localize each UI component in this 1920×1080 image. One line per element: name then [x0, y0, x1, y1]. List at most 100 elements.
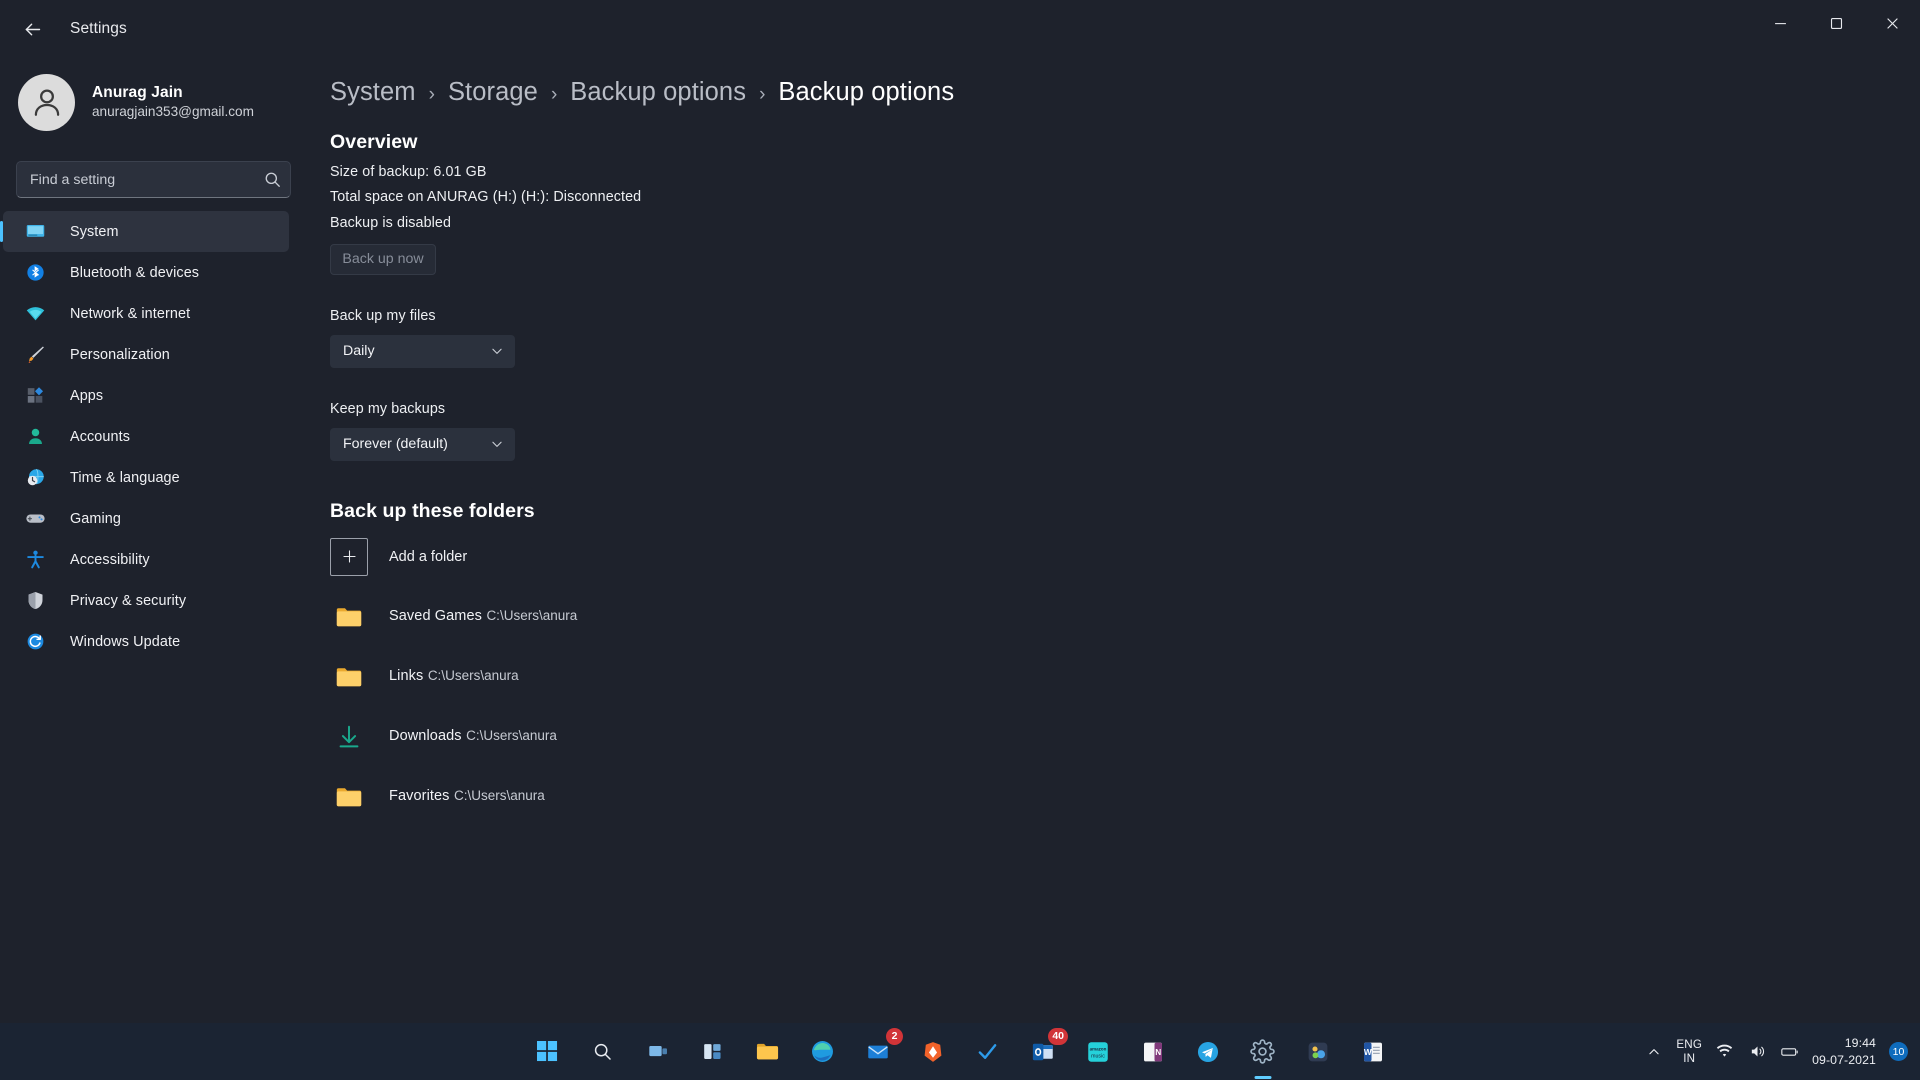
bluetooth-icon [24, 262, 46, 284]
folder-path: C:\Users\anura [466, 728, 557, 744]
sidebar-item-privacy-security[interactable]: Privacy & security [3, 580, 289, 621]
sidebar-item-label: Privacy & security [70, 592, 187, 609]
keep-backups-dropdown[interactable]: Forever (default) [330, 427, 515, 461]
sidebar-item-label: Bluetooth & devices [70, 264, 200, 281]
system-monitor-icon [24, 221, 46, 243]
svg-text:music: music [1091, 1053, 1105, 1059]
mail[interactable]: 2 [857, 1028, 903, 1072]
amazon-music-icon: amazon music [1086, 1040, 1110, 1064]
outlook[interactable]: 40 [1022, 1028, 1068, 1072]
sidebar-item-bluetooth-devices[interactable]: Bluetooth & devices [3, 252, 289, 293]
chevron-down-icon [490, 344, 504, 358]
sidebar-item-time-language[interactable]: Time & language [3, 457, 289, 498]
folder-list-item[interactable]: Favorites C:\Users\anura [330, 778, 1920, 816]
telegram[interactable] [1187, 1031, 1228, 1072]
svg-text:W: W [1363, 1048, 1371, 1057]
user-profile[interactable]: Anurag Jain anuragjain353@gmail.com [0, 60, 305, 144]
backup-frequency-dropdown[interactable]: Daily [330, 334, 515, 368]
maximize-icon[interactable] [1808, 0, 1864, 46]
update-refresh-icon [24, 631, 46, 653]
folder-name: Downloads [389, 728, 462, 745]
breadcrumb-item-current: Backup options [778, 78, 955, 106]
breadcrumb-item-backup-options[interactable]: Backup options [570, 78, 746, 107]
accessibility-person-icon [24, 549, 46, 571]
folder-list-item[interactable]: Saved Games C:\Users\anura [330, 598, 1920, 636]
sidebar-item-gaming[interactable]: Gaming [3, 498, 289, 539]
language-indicator[interactable]: ENG IN [1676, 1038, 1702, 1065]
search-icon[interactable] [263, 170, 282, 189]
system-tray: ENG IN 19:44 09-07-2021 10 [1643, 1035, 1908, 1068]
overview-heading: Overview [330, 131, 418, 153]
window-title: Settings [70, 20, 127, 37]
sidebar-item-label: Windows Update [70, 633, 181, 650]
onenote[interactable]: N [1132, 1031, 1173, 1072]
folder-list-item[interactable]: Links C:\Users\anura [330, 658, 1920, 696]
settings-taskbar-button[interactable] [1242, 1031, 1283, 1072]
sidebar-nav: System Bluetooth & devices Network & int… [0, 211, 305, 662]
gamepad-icon [24, 508, 46, 530]
folder-path: C:\Users\anura [486, 608, 578, 624]
clock-date: 09-07-2021 [1812, 1052, 1876, 1067]
minimize-icon[interactable] [1752, 0, 1808, 46]
chevron-right-icon: › [428, 84, 435, 105]
photos[interactable] [1297, 1031, 1338, 1072]
folder-name: Favorites [389, 788, 450, 805]
todo[interactable] [967, 1031, 1008, 1072]
folder-list-item[interactable]: Downloads C:\Users\anura [330, 718, 1920, 756]
search-input[interactable] [16, 161, 291, 198]
svg-text:amazon: amazon [1089, 1046, 1106, 1051]
mail-badge: 2 [886, 1028, 903, 1045]
chevron-up-icon[interactable] [1643, 1041, 1665, 1063]
sidebar-item-network-internet[interactable]: Network & internet [3, 293, 289, 334]
clock-globe-icon [24, 467, 46, 489]
brave-browser[interactable] [912, 1031, 953, 1072]
start-button[interactable] [527, 1031, 568, 1072]
edge-icon [810, 1039, 835, 1064]
taskbar-clock[interactable]: 19:44 09-07-2021 [1812, 1035, 1876, 1068]
backup-frequency-value: Daily [343, 343, 375, 359]
sidebar-item-system[interactable]: System [0, 211, 289, 252]
sidebar-item-accounts[interactable]: Accounts [3, 416, 289, 457]
add-folder-row[interactable]: Add a folder [330, 537, 1920, 576]
sidebar-item-label: Accounts [70, 428, 130, 445]
profile-name: Anurag Jain [92, 83, 183, 101]
avatar [18, 73, 75, 131]
mail-icon [866, 1040, 890, 1064]
microsoft-edge[interactable] [802, 1031, 843, 1072]
profile-email: anuragjain353@gmail.com [92, 104, 254, 120]
sidebar-item-apps[interactable]: Apps [3, 375, 289, 416]
sidebar-item-windows-update[interactable]: Windows Update [3, 621, 289, 662]
breadcrumb-item-system[interactable]: System [330, 78, 416, 107]
window-controls [1752, 0, 1920, 46]
amazon-music[interactable]: amazon music [1077, 1031, 1118, 1072]
file-explorer[interactable] [747, 1031, 788, 1072]
folder-path: C:\Users\anura [453, 788, 545, 804]
folder-icon [330, 658, 368, 696]
sidebar-item-accessibility[interactable]: Accessibility [3, 539, 289, 580]
close-icon[interactable] [1864, 0, 1920, 46]
apps-icon [24, 385, 46, 407]
search-button[interactable] [582, 1031, 623, 1072]
language-line2: IN [1683, 1051, 1696, 1065]
breadcrumb-item-storage[interactable]: Storage [448, 78, 538, 107]
task-view-button[interactable] [637, 1031, 678, 1072]
word[interactable]: W [1352, 1031, 1393, 1072]
wifi-icon[interactable] [1713, 1041, 1735, 1063]
speaker-icon[interactable] [1746, 1041, 1768, 1063]
chevron-right-icon: › [550, 84, 558, 105]
shield-icon [24, 590, 46, 612]
keep-backups-label: Keep my backups [330, 400, 446, 417]
wifi-icon [24, 303, 46, 325]
notification-badge[interactable]: 10 [1889, 1042, 1908, 1061]
backup-options-panel: Overview Size of backup: 6.01 GB Total s… [305, 107, 1920, 816]
clock-time: 19:44 [1844, 1035, 1876, 1050]
chevron-down-icon [490, 437, 504, 451]
back-button[interactable] [10, 9, 54, 49]
settings-gear-icon [1250, 1039, 1275, 1064]
back-up-now-button[interactable]: Back up now [330, 243, 436, 275]
sidebar-item-personalization[interactable]: Personalization [3, 334, 289, 375]
battery-icon[interactable] [1779, 1041, 1801, 1063]
folders-heading: Back up these folders [330, 499, 535, 522]
widgets-button[interactable] [692, 1031, 733, 1072]
onenote-icon: N [1141, 1040, 1165, 1064]
